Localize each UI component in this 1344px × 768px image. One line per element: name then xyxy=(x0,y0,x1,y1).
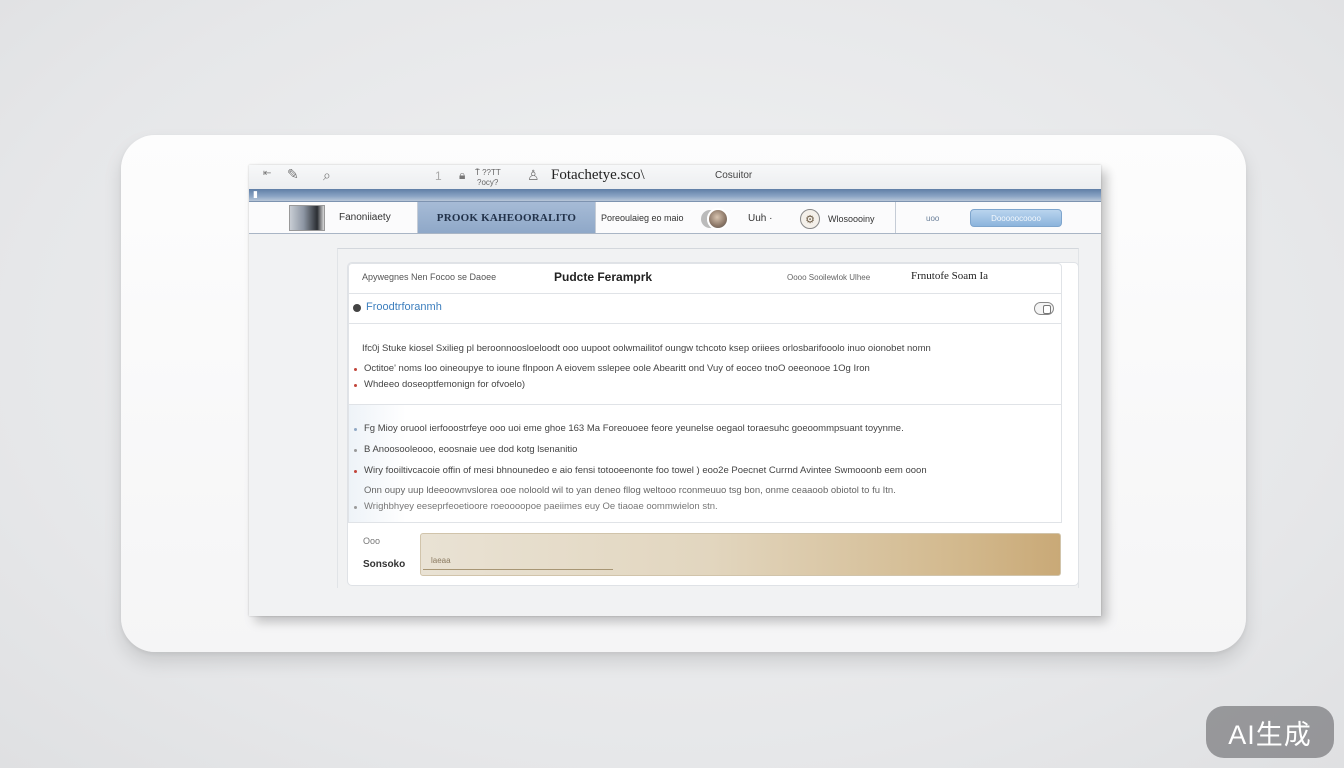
list-item: Fg Mioy oruool ierfooostrfeye ooo uoi em… xyxy=(364,423,904,434)
ai-generated-badge: AI生成 xyxy=(1206,706,1334,758)
settings-icon[interactable]: ⚙ xyxy=(800,209,820,229)
list-item: Octitoe' noms loo oineoupye to ioune fln… xyxy=(364,363,870,374)
input-underline xyxy=(423,569,613,570)
lock-icon: 🔒︎ xyxy=(459,168,466,182)
link-row: Froodtrforanmh xyxy=(348,294,1062,324)
text-section-2: Fg Mioy oruool ierfooostrfeye ooo uoi em… xyxy=(348,405,1062,523)
footer-input-placeholder: laeaa xyxy=(431,556,451,565)
window-subtitle[interactable]: Cosuitor xyxy=(715,170,752,181)
bullet-icon xyxy=(354,470,357,473)
menu-icon[interactable]: ▮ xyxy=(253,189,258,200)
user-icon: ♙ xyxy=(527,167,540,183)
title-bar: ⇤ ✎ ⌕ 1 🔒︎ T̄ ??TT ?ocy? ♙ Fotachetye.sc… xyxy=(249,165,1101,189)
bullet-icon xyxy=(354,506,357,509)
app-window: ⇤ ✎ ⌕ 1 🔒︎ T̄ ??TT ?ocy? ♙ Fotachetye.sc… xyxy=(249,165,1101,616)
toggle-switch[interactable] xyxy=(1034,302,1054,315)
list-item: Wrighbhyey eeseprfeoetioore roeoooopoe p… xyxy=(364,501,718,512)
profile-segment[interactable]: Fanoniiaety xyxy=(249,202,418,233)
profile-label: Fanoniiaety xyxy=(339,212,391,223)
section-link[interactable]: Froodtrforanmh xyxy=(366,301,442,313)
action-segment: uoo Dooooocoooo xyxy=(896,202,1101,233)
search-icon[interactable]: ⌕ xyxy=(323,168,331,182)
list-item: Ifc0j Stuke kiosel Sxilieg pl beroonnoos… xyxy=(362,343,931,354)
edit-icon[interactable]: ✎ xyxy=(287,167,299,181)
text-section-1: Ifc0j Stuke kiosel Sxilieg pl beroonnoos… xyxy=(348,324,1062,405)
footer-field-label: Sonsoko xyxy=(363,559,406,570)
panel-meta: Oooo Sooilewlok Ulhee xyxy=(787,273,871,282)
accent-bar: ▮ xyxy=(249,189,1101,202)
title-small-b: ?ocy? xyxy=(477,178,499,187)
profile-thumbnail xyxy=(289,205,325,231)
user-label[interactable]: Uuh · xyxy=(748,213,772,224)
bullet-icon xyxy=(354,428,357,431)
window-title: Fotachetye.sco\ xyxy=(551,167,645,183)
footer-label: Ooo xyxy=(363,536,381,546)
panel-header: Apywegnes Nen Focoo se Daoee Pudcte Fera… xyxy=(348,263,1062,294)
title-small-a: T̄ ??TT xyxy=(475,168,501,177)
detail-panel: Apywegnes Nen Focoo se Daoee Pudcte Fera… xyxy=(347,262,1079,586)
page-title: Pudcte Feramprk xyxy=(554,270,653,284)
list-item: Onn oupy uup ldeeoownvslorea ooe noloold… xyxy=(364,485,896,496)
action-label: uoo xyxy=(926,214,940,223)
search-text: Poreoulaieg eo maio xyxy=(601,212,684,223)
avatar[interactable] xyxy=(707,208,729,230)
bullet-icon xyxy=(354,449,357,452)
status-label: Frnutofe Soam Ia xyxy=(911,270,988,282)
breadcrumb[interactable]: Apywegnes Nen Focoo se Daoee xyxy=(362,272,496,282)
search-segment[interactable]: Poreoulaieg eo maio Uuh · ⚙ Wlosoooiny xyxy=(596,202,896,233)
tab-number: 1 xyxy=(435,169,442,183)
bullet-icon xyxy=(354,368,357,371)
primary-button[interactable]: Dooooocoooo xyxy=(970,209,1062,227)
footer-input[interactable]: laeaa xyxy=(420,533,1061,576)
radio-icon[interactable] xyxy=(353,304,361,312)
back-icon[interactable]: ⇤ xyxy=(263,169,271,179)
list-item: Wiry fooiltivcacoie offin of mesi bhnoun… xyxy=(364,465,927,476)
settings-label[interactable]: Wlosoooiny xyxy=(828,214,875,224)
list-item: Whdeeo doseoptfemonign for ofvoelo) xyxy=(364,379,526,390)
tab-active[interactable]: PROOK KAHEOORALITO xyxy=(418,202,596,233)
list-item: B Anoosooleooo, eoosnaie uee dod kotg ls… xyxy=(364,444,578,455)
bullet-icon xyxy=(354,384,357,387)
toolbar: Fanoniiaety PROOK KAHEOORALITO Poreoulai… xyxy=(249,202,1101,234)
